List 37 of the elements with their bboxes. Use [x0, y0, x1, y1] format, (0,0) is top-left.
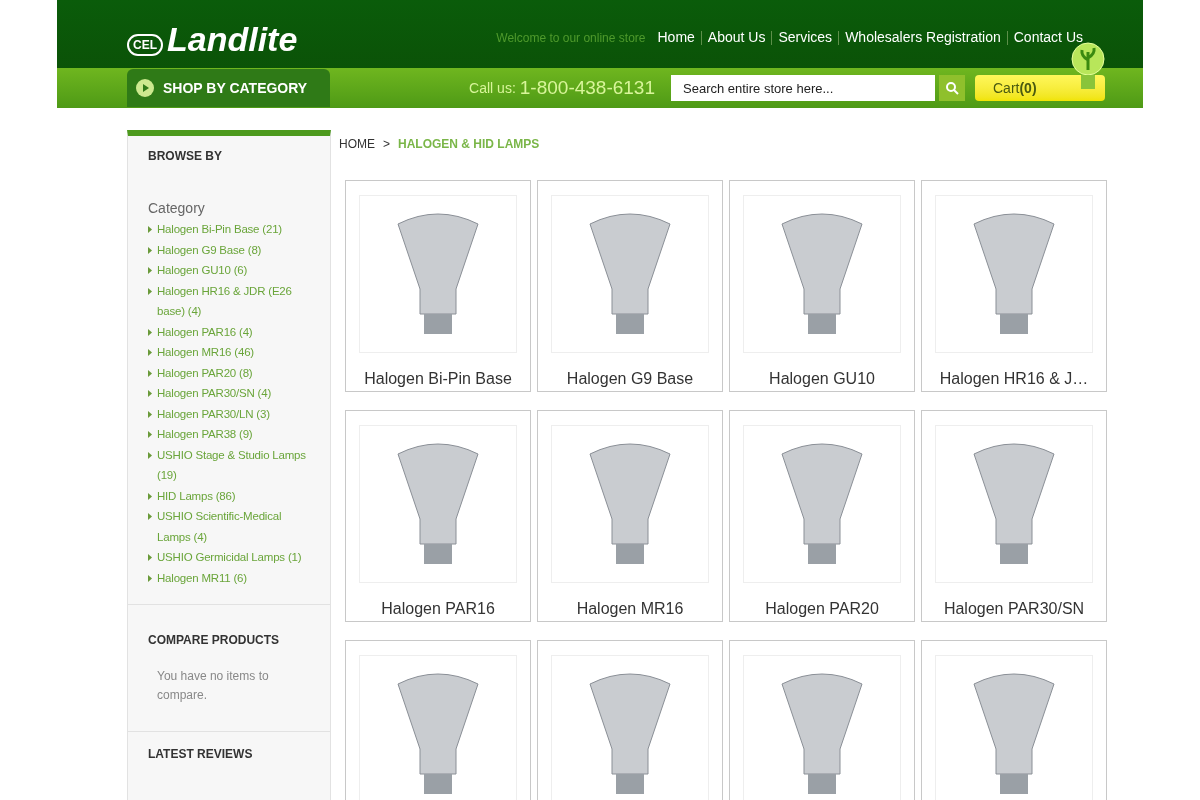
- breadcrumb-current: HALOGEN & HID LAMPS: [398, 136, 540, 153]
- compare-products-title: COMPARE PRODUCTS: [148, 632, 281, 649]
- product-card[interactable]: Halogen Bi-Pin Base: [345, 180, 531, 392]
- product-card[interactable]: Halogen GU10: [729, 180, 915, 392]
- product-card[interactable]: Halogen HR16 & J…: [921, 180, 1107, 392]
- call-label: Call us:: [469, 78, 516, 98]
- compare-empty-text: You have no items to compare.: [157, 668, 270, 704]
- breadcrumb-link[interactable]: HOME: [339, 135, 375, 153]
- nav-link[interactable]: Home: [657, 27, 695, 48]
- nav-link[interactable]: Contact Us: [1013, 27, 1083, 48]
- cart-button[interactable]: Cart(0): [975, 75, 1105, 101]
- product-card[interactable]: Halogen G9 Base: [537, 180, 723, 392]
- browse-by-title: BROWSE BY: [148, 148, 223, 165]
- logo-badge: CEL: [127, 34, 163, 56]
- nav-link[interactable]: Wholesalers Registration: [845, 27, 1001, 48]
- product-card[interactable]: Halogen PAR20: [729, 410, 915, 622]
- search-field[interactable]: Search entire store here...: [671, 75, 935, 101]
- product-name[interactable]: Halogen MR16: [576, 597, 684, 621]
- product-name[interactable]: Halogen GU10: [769, 367, 875, 391]
- phone-number: 1-800-438-6131: [519, 75, 655, 100]
- category-heading: Category: [148, 199, 206, 218]
- product-name[interactable]: Halogen PAR20: [765, 597, 879, 621]
- product-card[interactable]: Halogen PAR16: [345, 410, 531, 622]
- nav-link[interactable]: About Us: [707, 27, 766, 48]
- product-card[interactable]: Halogen PAR30/SN: [921, 410, 1107, 622]
- welcome-text: Welcome to our online store: [496, 29, 646, 47]
- product-name[interactable]: Halogen G9 Base: [566, 367, 694, 391]
- product-name[interactable]: Halogen HR16 & J…: [939, 367, 1089, 391]
- shop-by-category-button[interactable]: SHOP BY CATEGORY: [127, 69, 330, 107]
- product-name[interactable]: Halogen Bi-Pin Base: [364, 367, 512, 391]
- latest-reviews-title: LATEST REVIEWS: [148, 746, 254, 763]
- logo-text[interactable]: Landlite: [167, 22, 298, 56]
- product-name[interactable]: Halogen PAR30/SN: [943, 597, 1085, 621]
- breadcrumb-separator: >: [383, 136, 390, 153]
- product-name[interactable]: Halogen PAR16: [381, 597, 495, 621]
- product-card[interactable]: Halogen MR16: [537, 410, 723, 622]
- nav-link[interactable]: Services: [778, 27, 833, 48]
